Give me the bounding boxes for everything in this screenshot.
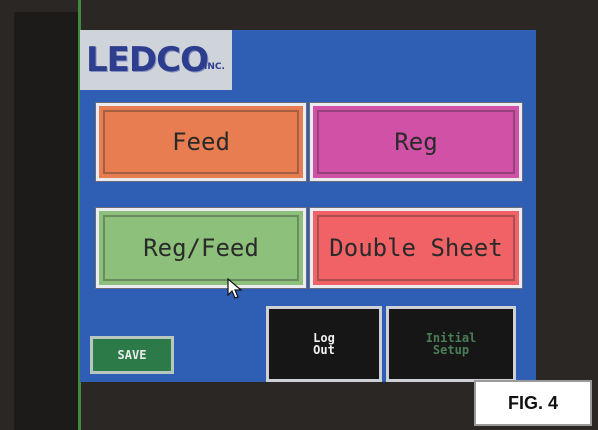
initial-setup-label: Initial Setup	[425, 331, 477, 357]
reg-feed-button[interactable]: Reg/Feed	[95, 207, 307, 289]
figure-label: FIG. 4	[474, 380, 592, 426]
initial-setup-button[interactable]: Initial Setup	[386, 306, 516, 382]
save-button[interactable]: SAVE	[90, 336, 174, 374]
log-out-label: Log Out	[313, 331, 335, 357]
double-sheet-button[interactable]: Double Sheet	[309, 207, 523, 289]
save-label: SAVE	[117, 348, 147, 362]
double-sheet-label: Double Sheet	[329, 234, 503, 262]
monitor-bezel	[14, 12, 80, 430]
reg-label: Reg	[394, 128, 438, 156]
reg-feed-label: Reg/Feed	[143, 234, 259, 262]
reg-button[interactable]: Reg	[309, 102, 523, 182]
touch-screen: LEDCO INC. Feed Reg Reg/Feed Double Shee…	[80, 30, 536, 382]
log-out-button[interactable]: Log Out	[266, 306, 382, 382]
logo-suffix: INC.	[204, 62, 225, 72]
mouse-pointer-icon	[227, 278, 243, 299]
feed-label: Feed	[172, 128, 230, 156]
company-logo: LEDCO INC.	[80, 30, 232, 90]
logo-brand: LEDCO	[86, 40, 209, 80]
feed-button[interactable]: Feed	[95, 102, 307, 182]
photo-frame: LEDCO INC. Feed Reg Reg/Feed Double Shee…	[0, 0, 598, 430]
